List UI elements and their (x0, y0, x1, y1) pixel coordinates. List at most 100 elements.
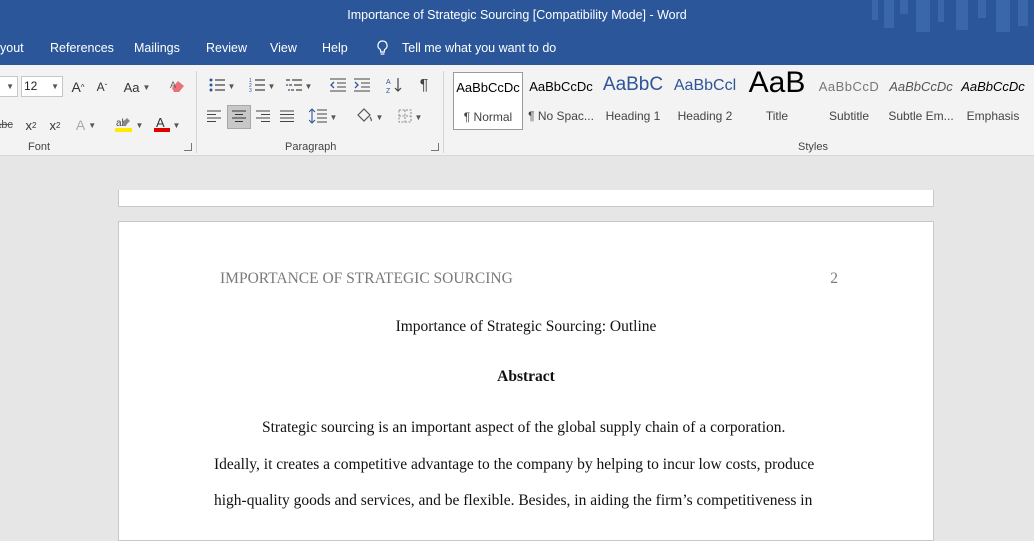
chevron-down-icon: ▼ (51, 82, 59, 91)
font-size-value: 12 (24, 79, 38, 93)
increase-indent-button[interactable] (352, 76, 372, 96)
shrink-font-button[interactable]: Aˇ (94, 77, 110, 97)
font-dialog-launcher[interactable] (184, 143, 192, 151)
font-color-icon: A (153, 115, 170, 136)
line-spacing-button[interactable]: ▼ (306, 107, 340, 127)
paint-bucket-icon (355, 107, 373, 127)
style-preview: AaBbCcDc (889, 79, 953, 94)
svg-text:A: A (156, 115, 165, 130)
tab-view[interactable]: View (270, 41, 297, 55)
ribbon-tabs: yout References Mailings Review View Hel… (0, 32, 1034, 65)
increase-indent-icon (354, 77, 370, 95)
chevron-down-icon: ▼ (88, 120, 97, 130)
document-title: Importance of Strategic Sourcing: Outlin… (395, 318, 657, 335)
text-effects-icon: A (75, 117, 86, 133)
style-title[interactable]: AaB Title (742, 66, 812, 130)
bullets-button[interactable]: ▼ (206, 76, 238, 96)
sort-icon: AZ (386, 76, 402, 97)
tab-references[interactable]: References (50, 41, 114, 55)
bullet-list-icon (209, 78, 225, 95)
tab-review[interactable]: Review (206, 41, 247, 55)
font-group-label: Font (28, 141, 51, 153)
style-name: Subtitle (828, 109, 870, 123)
paragraph-dialog-launcher[interactable] (431, 143, 439, 151)
style-heading-1[interactable]: AaBbC Heading 1 (598, 72, 668, 130)
borders-icon (398, 109, 412, 126)
group-divider (196, 71, 197, 153)
style-heading-2[interactable]: AaBbCcl Heading 2 (670, 72, 740, 130)
style-preview: AaBbCcD (818, 79, 880, 94)
previous-page-bottom (118, 190, 934, 207)
svg-text:Z: Z (386, 88, 391, 94)
style-name: Heading 2 (677, 109, 733, 123)
font-size-combo[interactable]: 12 ▼ (21, 76, 63, 97)
line-spacing-icon (308, 107, 327, 127)
pilcrow-icon[interactable]: ¶ (414, 75, 434, 97)
style-name: Title (765, 109, 789, 123)
justify-icon (280, 109, 294, 125)
align-right-icon (256, 109, 270, 125)
change-case-label: Aa (123, 79, 140, 95)
body-line: Strategic sourcing is an important aspec… (262, 419, 786, 436)
decrease-indent-icon (330, 77, 346, 95)
chevron-down-icon: ▼ (135, 120, 144, 130)
body-line: Ideally, it creates a competitive advant… (214, 456, 815, 473)
align-left-button[interactable] (204, 107, 224, 127)
clear-formatting-button[interactable]: A (168, 77, 188, 97)
eraser-icon: A (170, 79, 186, 96)
style-subtitle[interactable]: AaBbCcD Subtitle (814, 72, 884, 130)
multilevel-list-button[interactable]: ▼ (284, 76, 314, 96)
change-case-button[interactable]: Aa ▼ (122, 77, 152, 97)
style-no-spacing[interactable]: AaBbCcDc ¶ No Spac... (526, 72, 596, 130)
style-name: ¶ No Spac... (528, 109, 594, 123)
grow-font-button[interactable]: A ^ (70, 77, 86, 97)
title-bar: Importance of Strategic Sourcing [Compat… (0, 0, 1034, 32)
strikethrough-button[interactable]: abc (0, 115, 14, 135)
style-normal[interactable]: AaBbCcDc ¶ Normal (453, 72, 523, 130)
align-center-icon (232, 109, 246, 125)
styles-group-label: Styles (798, 141, 828, 153)
grow-font-label: A (71, 79, 81, 95)
superscript-button[interactable]: x2 (46, 115, 64, 135)
chevron-down-icon: ▼ (375, 112, 384, 122)
sort-button[interactable]: AZ (384, 75, 404, 97)
numbering-button[interactable]: 1 2 3 ▼ (246, 76, 278, 96)
align-center-button[interactable] (227, 105, 251, 129)
align-right-button[interactable] (253, 107, 273, 127)
subscript-button[interactable]: x2 (22, 115, 40, 135)
chevron-down-icon: ▼ (267, 81, 276, 91)
svg-text:3: 3 (249, 88, 252, 92)
tab-layout[interactable]: yout (0, 41, 24, 55)
justify-button[interactable] (277, 107, 297, 127)
style-emphasis[interactable]: AaBbCcDc Emphasis (958, 72, 1028, 130)
numbered-list-icon: 123 (249, 78, 265, 95)
chevron-down-icon: ▼ (6, 82, 14, 91)
document-page[interactable]: IMPORTANCE OF STRATEGIC SOURCING 2 Impor… (118, 221, 934, 541)
shrink-font-label: A (96, 80, 105, 94)
shading-button[interactable]: ▼ (352, 107, 386, 127)
paragraph-group-label: Paragraph (285, 141, 337, 153)
chevron-down-icon: ▼ (172, 120, 181, 130)
text-effects-button[interactable]: A ▼ (76, 115, 96, 135)
style-preview: AaBbCcDc (456, 80, 520, 95)
decrease-indent-button[interactable] (328, 76, 348, 96)
multilevel-list-icon (285, 78, 302, 95)
style-name: Emphasis (966, 109, 1020, 123)
style-subtle-emphasis[interactable]: AaBbCcDc Subtle Em... (886, 72, 956, 130)
highlight-color-button[interactable]: ab ▼ (114, 113, 144, 137)
highlighter-icon: ab (114, 115, 133, 136)
tab-help[interactable]: Help (322, 41, 348, 55)
borders-button[interactable]: ▼ (393, 107, 427, 127)
style-name: Heading 1 (605, 109, 661, 123)
font-color-button[interactable]: A ▼ (152, 113, 182, 137)
chevron-down-icon: ▼ (414, 112, 423, 122)
chevron-down-icon: ▼ (142, 82, 151, 92)
tell-me-search[interactable]: Tell me what you want to do (402, 41, 556, 55)
chevron-down-icon: ▼ (227, 81, 236, 91)
body-line: high-quality goods and services, and be … (214, 492, 813, 509)
style-preview: AaBbCcl (673, 77, 737, 94)
lightbulb-icon[interactable] (376, 40, 389, 59)
tab-mailings[interactable]: Mailings (134, 41, 180, 55)
font-name-combo[interactable]: ▼ (0, 76, 18, 97)
align-left-icon (207, 109, 221, 125)
